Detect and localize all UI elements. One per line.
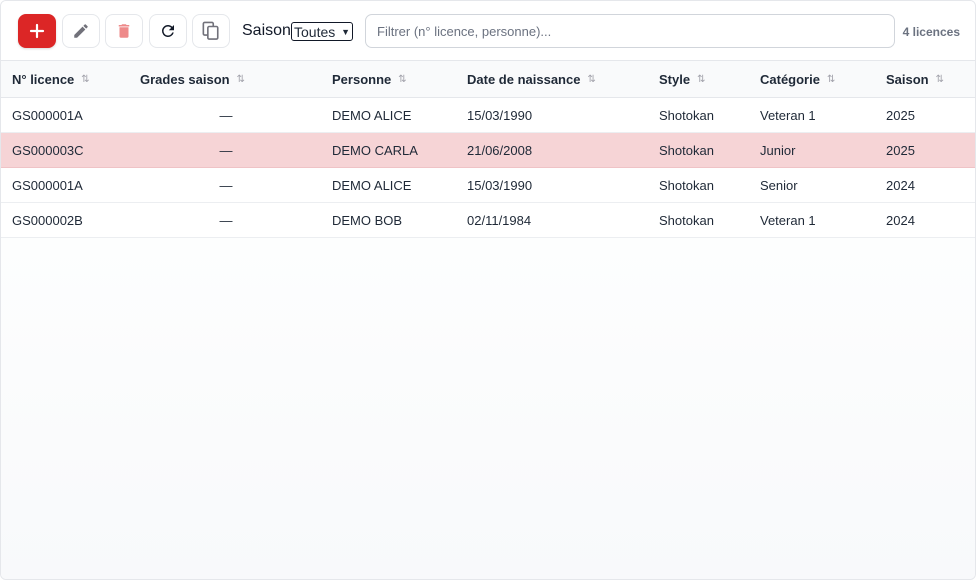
copy-icon — [202, 21, 219, 40]
cell-date-naissance: 15/03/1990 — [467, 178, 533, 193]
table-row-selected[interactable]: GS000003C — DEMO CARLA 21/06/2008 Shotok… — [1, 133, 975, 168]
cell-grades-saison: — — [219, 108, 233, 123]
saison-select-value: Toutes — [294, 23, 336, 40]
cell-style: Shotokan — [659, 143, 714, 158]
cell-style: Shotokan — [659, 178, 714, 193]
cell-personne: DEMO BOB — [332, 213, 403, 228]
saison-select[interactable]: Toutes ▼ — [291, 22, 353, 41]
saison-label: Saison — [242, 22, 291, 39]
licences-panel: Saison Toutes ▼ 4 licences N° licence⇅ G… — [0, 0, 976, 580]
cell-licence: GS000001A — [12, 108, 83, 123]
cell-categorie: Junior — [760, 143, 796, 158]
sort-icon: ⇅ — [697, 74, 706, 85]
column-header-date-naissance[interactable]: Date de naissance ⇅ — [467, 61, 596, 98]
column-header-personne[interactable]: Personne ⇅ — [332, 61, 407, 98]
column-header-licence[interactable]: N° licence ⇅ — [12, 61, 90, 98]
cell-date-naissance: 21/06/2008 — [467, 143, 533, 158]
cell-grades-saison: — — [219, 178, 233, 193]
column-header-categorie[interactable]: Catégorie ⇅ — [760, 61, 835, 98]
table-empty-area — [1, 238, 975, 579]
cell-grades-saison: — — [219, 213, 233, 228]
cell-date-naissance: 02/11/1984 — [467, 213, 532, 228]
cell-style: Shotokan — [659, 108, 714, 123]
sort-icon: ⇅ — [587, 74, 596, 85]
cell-personne: DEMO ALICE — [332, 108, 412, 123]
cell-style: Shotokan — [659, 213, 714, 228]
cell-saison: 2024 — [886, 178, 915, 193]
filter-input[interactable] — [365, 14, 895, 48]
table-row[interactable]: GS000002B — DEMO BOB 02/11/1984 Shotokan… — [1, 203, 975, 238]
refresh-button[interactable] — [149, 14, 187, 48]
cell-licence: GS000003C — [12, 143, 84, 158]
cell-saison: 2025 — [886, 108, 915, 123]
cell-grades-saison: — — [219, 143, 233, 158]
cell-personne: DEMO CARLA — [332, 143, 418, 158]
refresh-icon — [161, 24, 174, 37]
sort-icon: ⇅ — [81, 74, 90, 85]
toolbar: Saison Toutes ▼ 4 licences — [1, 1, 975, 61]
table-row[interactable]: GS000001A — DEMO ALICE 15/03/1990 Shotok… — [1, 98, 975, 133]
column-header-saison[interactable]: Saison ⇅ — [886, 61, 944, 98]
table-header: N° licence ⇅ Grades saison ⇅ Personne ⇅ Dat… — [1, 61, 975, 98]
cell-categorie: Veteran 1 — [760, 108, 816, 123]
delete-button[interactable] — [105, 14, 143, 48]
cell-licence: GS000002B — [12, 213, 83, 228]
cell-saison: 2025 — [886, 143, 915, 158]
add-button[interactable] — [18, 14, 56, 48]
cell-saison: 2024 — [886, 213, 915, 228]
cell-categorie: Senior — [760, 178, 798, 193]
plus-icon — [29, 23, 45, 39]
sort-icon: ⇅ — [398, 74, 407, 85]
trash-icon — [118, 24, 130, 38]
column-header-grades-saison[interactable]: Grades saison ⇅ — [140, 61, 245, 98]
licence-count: 4 licences — [902, 25, 960, 39]
cell-licence: GS000001A — [12, 178, 83, 193]
sort-icon: ⇅ — [826, 74, 836, 85]
table-row[interactable]: GS000001A — DEMO ALICE 15/03/1990 Shotok… — [1, 168, 975, 203]
column-header-style[interactable]: Style ⇅ — [659, 61, 705, 98]
cell-categorie: Veteran 1 — [760, 213, 816, 228]
copy-button[interactable] — [192, 14, 230, 48]
cell-date-naissance: 15/03/1990 — [467, 108, 533, 123]
edit-button[interactable] — [62, 14, 100, 48]
sort-icon: ⇅ — [935, 74, 945, 85]
chevron-down-icon: ▼ — [341, 26, 350, 37]
sort-icon: ⇅ — [236, 74, 245, 85]
pencil-icon — [74, 24, 88, 38]
cell-personne: DEMO ALICE — [332, 178, 412, 193]
